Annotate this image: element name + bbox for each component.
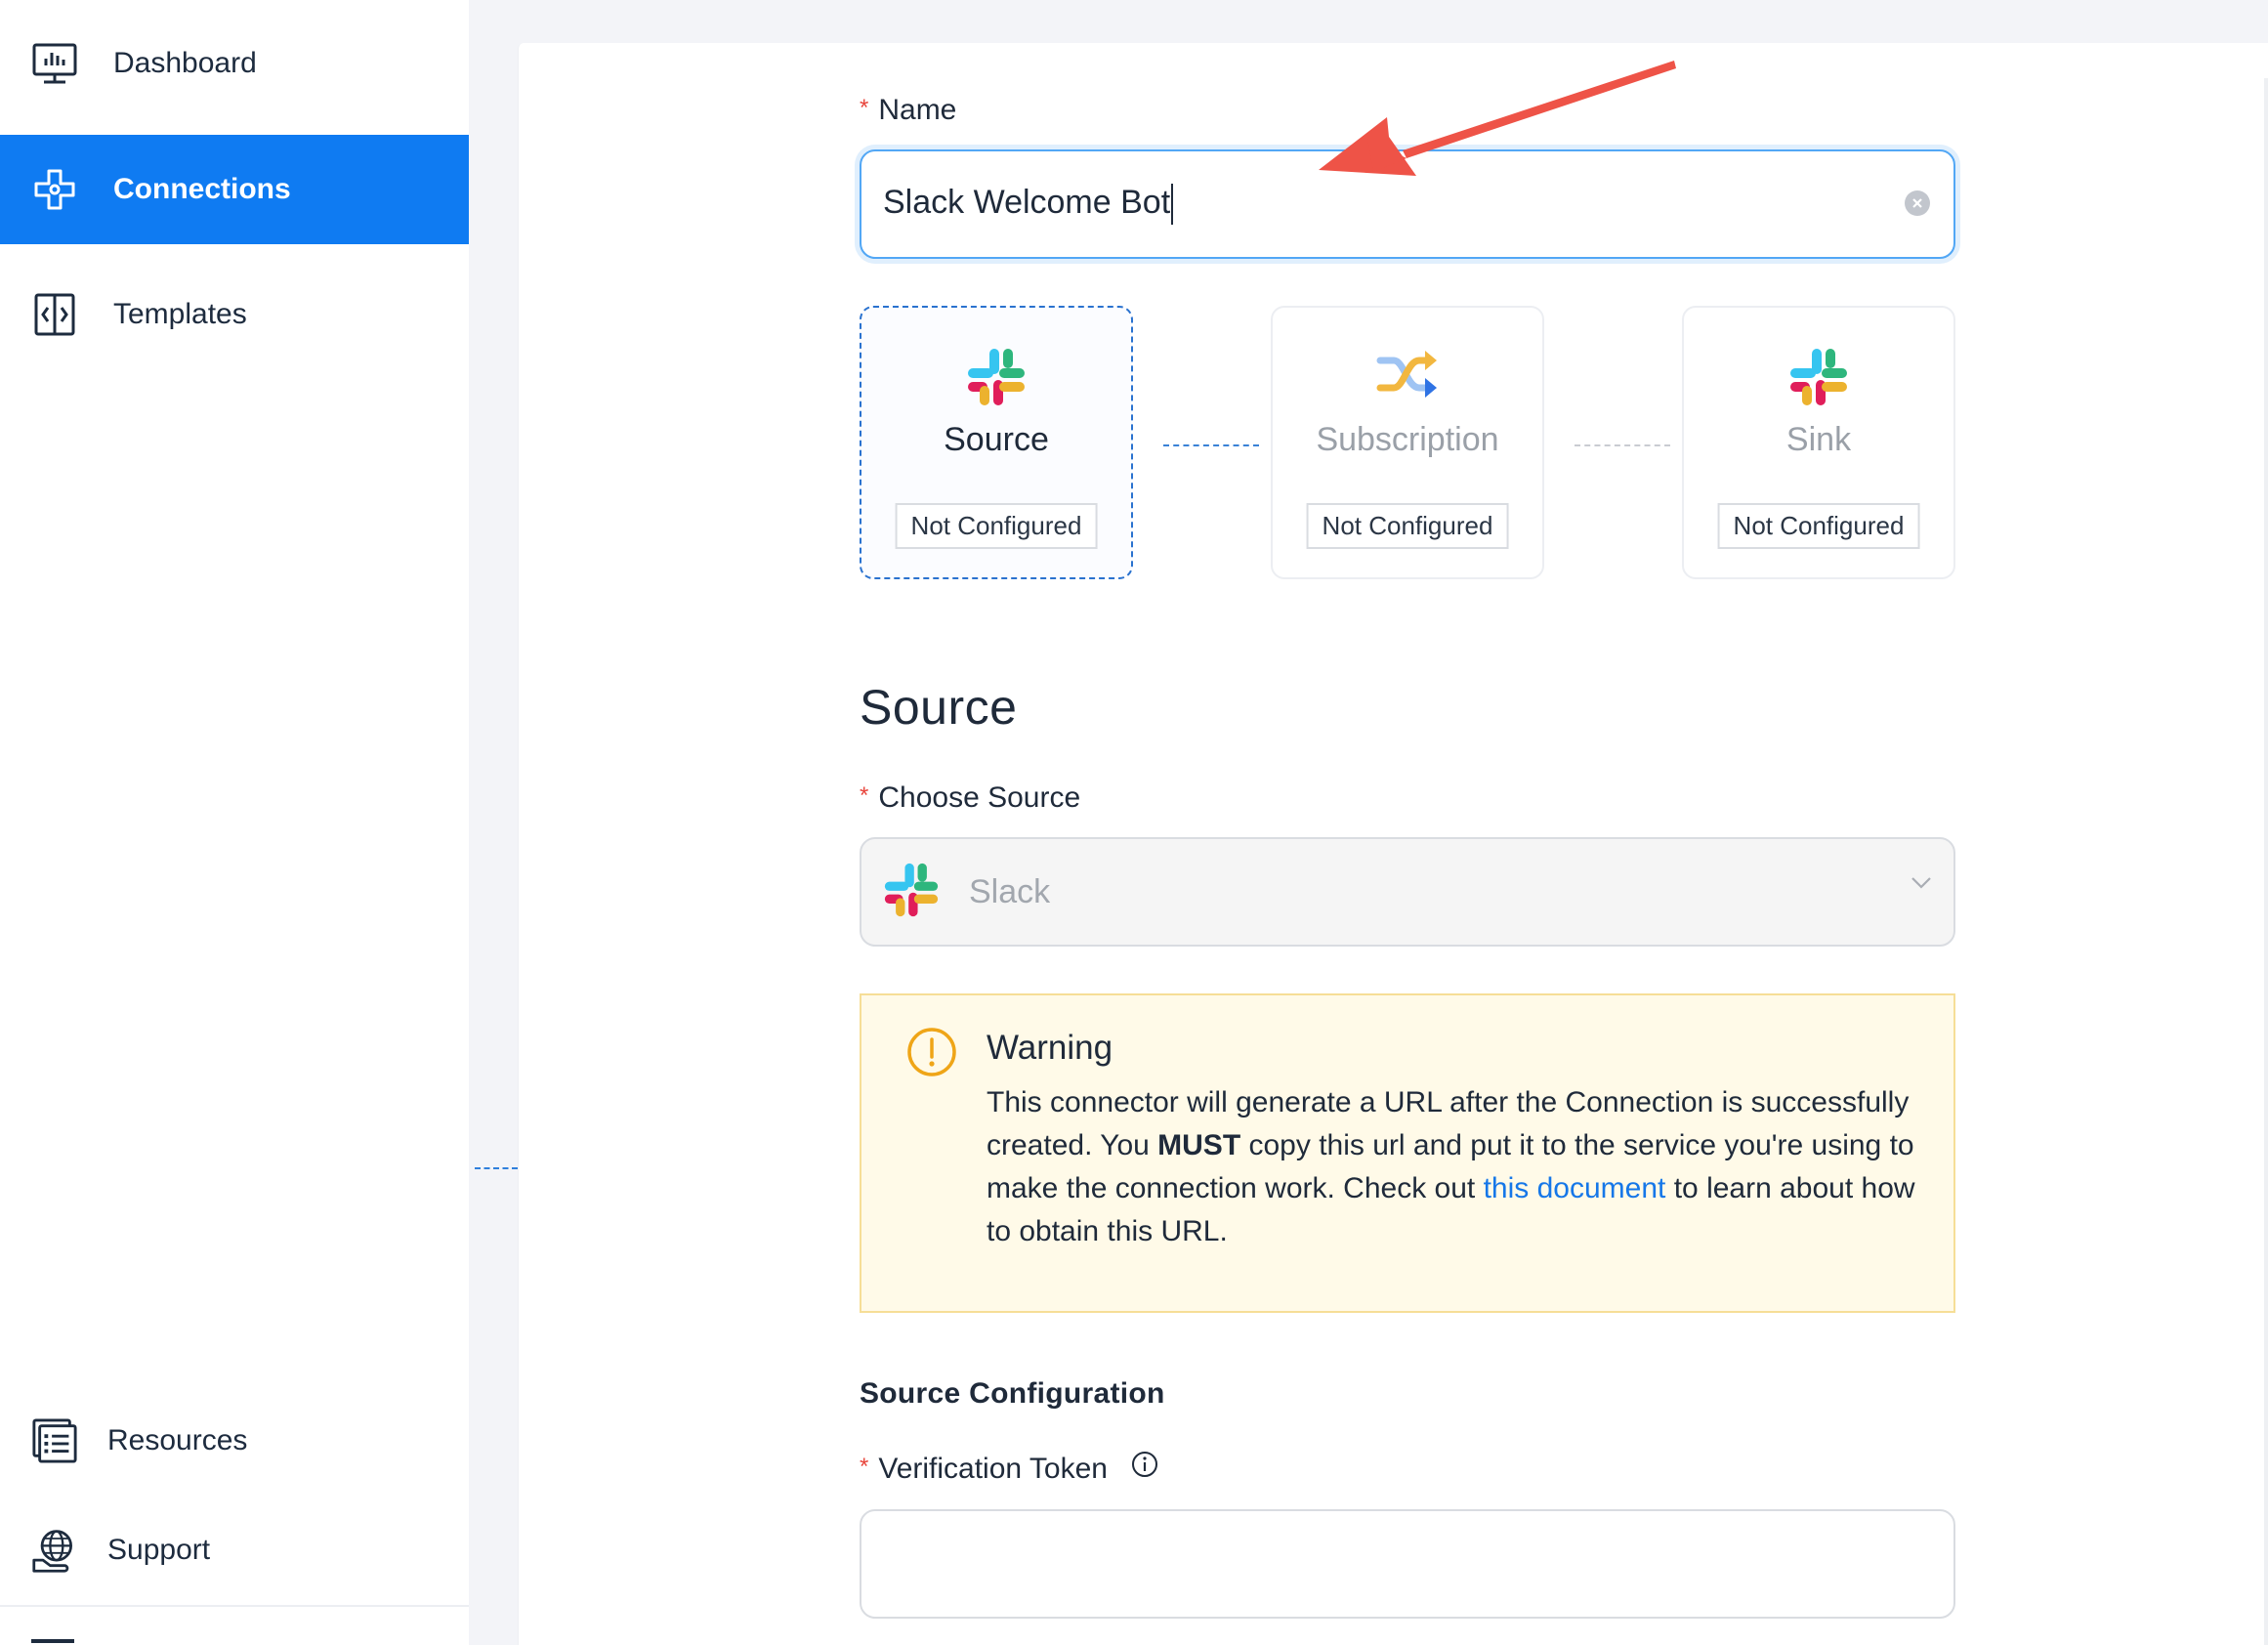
sidebar-item-label: Dashboard	[113, 47, 257, 79]
clear-icon[interactable]	[1905, 190, 1930, 216]
status-badge: Not Configured	[1717, 503, 1920, 549]
text-caret	[1171, 184, 1174, 225]
step-connector	[1575, 444, 1670, 446]
choose-source-label: * Choose Source	[860, 781, 1080, 815]
status-badge: Not Configured	[1306, 503, 1509, 549]
step-card-source[interactable]: Source Not Configured	[860, 306, 1133, 579]
required-asterisk: *	[860, 1454, 869, 1480]
warning-title: Warning	[987, 1029, 1113, 1067]
templates-icon	[31, 291, 78, 338]
sidebar-item-templates[interactable]: Templates	[0, 260, 469, 369]
step-title: Source	[944, 421, 1049, 458]
slack-icon	[861, 347, 1131, 411]
sidebar-divider	[0, 1605, 469, 1607]
name-input-value: Slack Welcome Bot	[883, 183, 1174, 225]
select-value: Slack	[969, 872, 1051, 910]
name-value-text: Slack Welcome Bot	[883, 183, 1171, 221]
section-title: Source	[860, 680, 1018, 735]
choose-source-select[interactable]: Slack	[860, 837, 1955, 947]
step-connector	[1163, 444, 1259, 446]
warning-icon	[906, 1027, 957, 1082]
step-title: Sink	[1785, 421, 1852, 458]
sidebar-collapse-stub[interactable]	[31, 1639, 74, 1643]
warning-alert: Warning This connector will generate a U…	[860, 993, 1955, 1313]
annotation-arrow-icon	[1319, 61, 1676, 176]
document-link[interactable]: this document	[1484, 1172, 1666, 1204]
sidebar-item-label: Resources	[107, 1424, 248, 1456]
panel-edge	[2264, 78, 2268, 1645]
sidebar-item-support[interactable]: Support	[0, 1496, 469, 1605]
name-label: * Name	[860, 94, 956, 127]
step-card-sink[interactable]: Sink Not Configured	[1682, 306, 1955, 579]
sidebar: Dashboard Connections Templates Resource…	[0, 0, 469, 1645]
dashboard-icon	[31, 40, 78, 87]
sidebar-item-label: Support	[107, 1534, 211, 1566]
chevron-down-icon	[1911, 876, 1932, 895]
resources-icon	[31, 1417, 78, 1464]
sidebar-item-label: Connections	[113, 173, 291, 205]
sidebar-item-resources[interactable]: Resources	[0, 1386, 469, 1496]
info-icon[interactable]	[1131, 1451, 1158, 1486]
slack-icon	[883, 862, 940, 923]
choose-source-label-text: Choose Source	[878, 781, 1081, 814]
verification-token-label: * Verification Token	[860, 1451, 1158, 1488]
support-icon	[31, 1527, 78, 1574]
sidebar-item-connections[interactable]: Connections	[0, 135, 469, 244]
warning-body: This connector will generate a URL after…	[987, 1081, 1934, 1253]
slack-icon	[1684, 347, 1953, 411]
verification-token-label-text: Verification Token	[878, 1453, 1108, 1485]
step-card-subscription[interactable]: Subscription Not Configured	[1271, 306, 1544, 579]
required-asterisk: *	[860, 95, 869, 121]
source-config-title: Source Configuration	[860, 1377, 1165, 1410]
verification-token-input[interactable]	[860, 1509, 1955, 1619]
dashed-line-fragment	[475, 1167, 518, 1169]
shuffle-icon	[1273, 347, 1542, 411]
name-label-text: Name	[878, 94, 957, 126]
warning-emphasis: MUST	[1157, 1129, 1241, 1161]
required-asterisk: *	[860, 782, 869, 809]
connections-icon	[31, 166, 78, 213]
status-badge: Not Configured	[895, 503, 1098, 549]
sidebar-item-label: Templates	[113, 298, 247, 330]
step-title: Subscription	[1316, 421, 1499, 458]
sidebar-item-dashboard[interactable]: Dashboard	[0, 9, 469, 118]
